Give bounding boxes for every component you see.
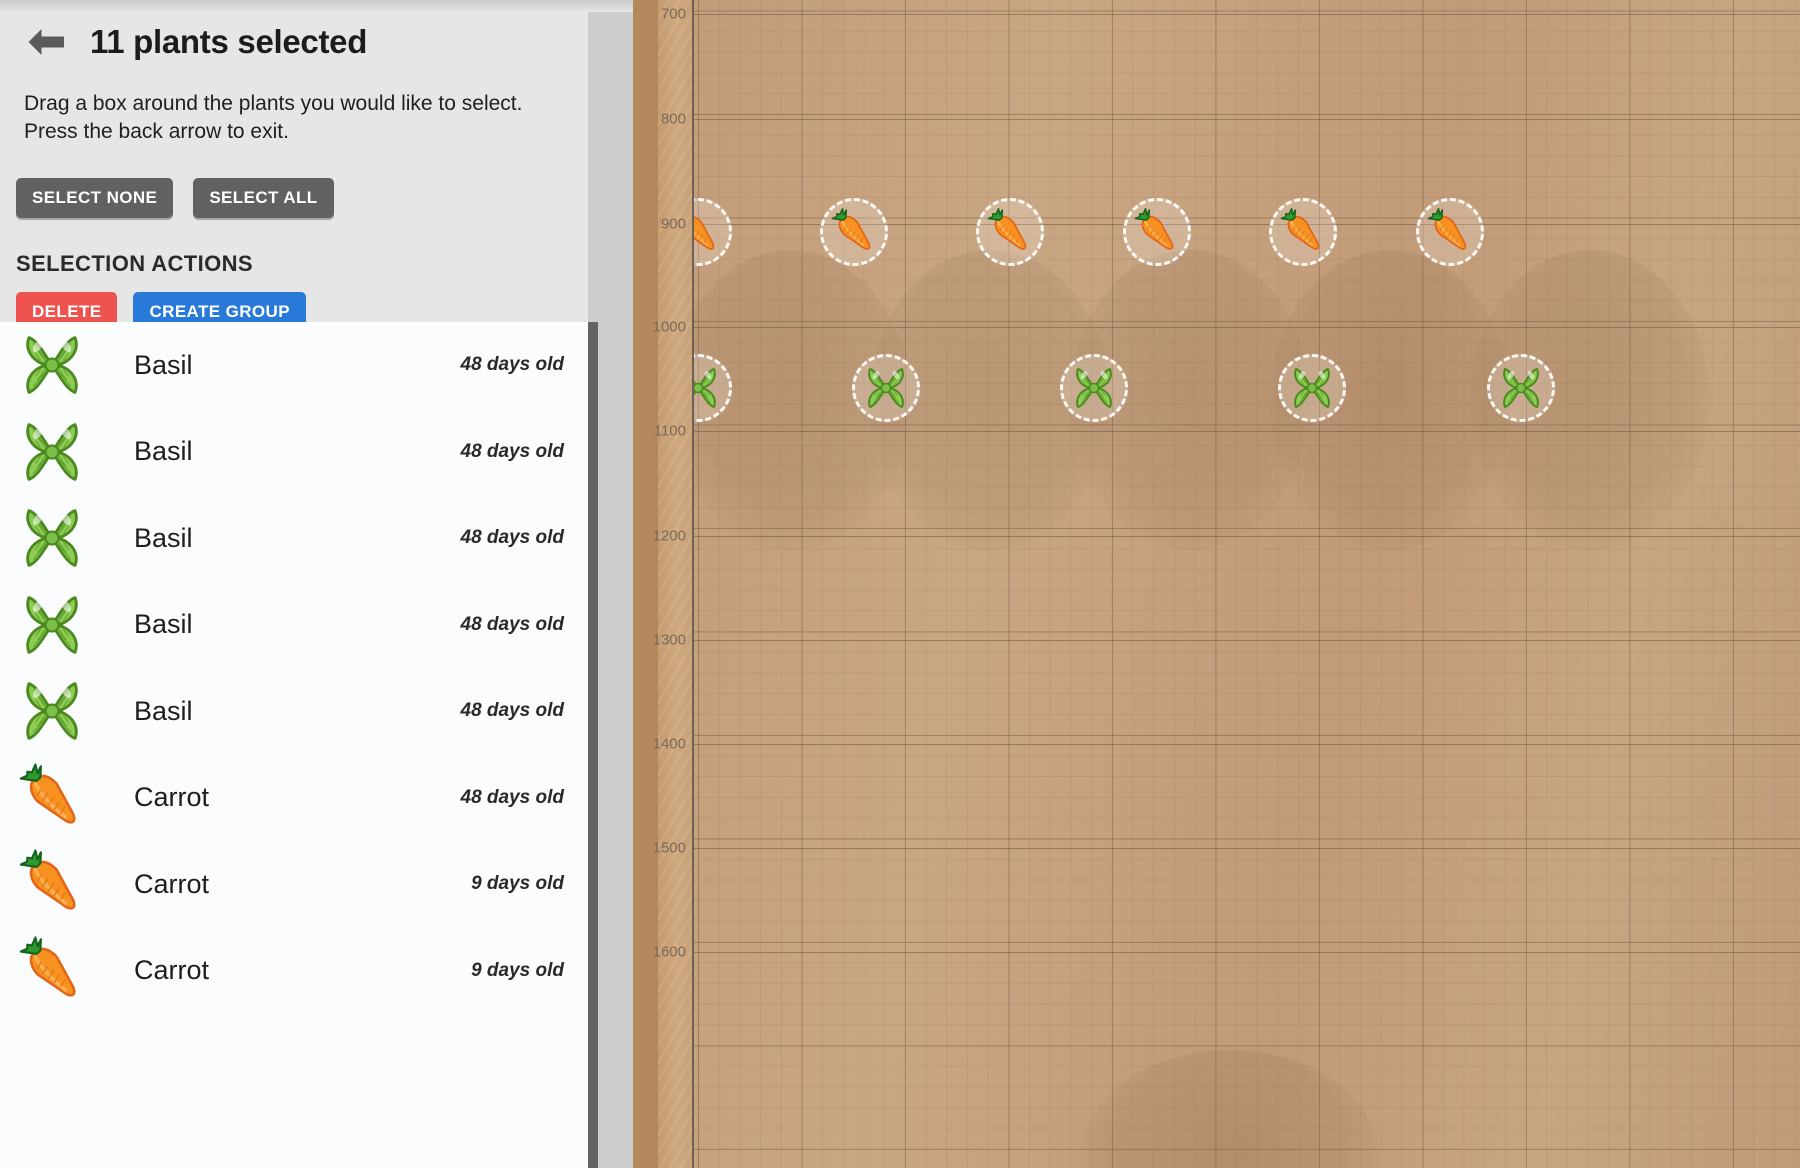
carrot-icon xyxy=(985,207,1035,257)
ruler-tick-label: 1100 xyxy=(653,422,686,440)
plant-list-item[interactable]: Carrot 48 days old xyxy=(0,755,588,842)
carrot-icon xyxy=(1278,207,1328,257)
plant-list-item[interactable]: Basil 48 days old xyxy=(0,495,588,582)
basil-icon xyxy=(1496,363,1546,413)
plant-list-item[interactable]: Basil 48 days old xyxy=(0,668,588,755)
major-gridline xyxy=(694,952,1800,953)
plant-list-item[interactable]: Carrot 9 days old xyxy=(0,928,588,1015)
plant-age: 48 days old xyxy=(460,613,565,635)
plant-name: Carrot xyxy=(134,955,210,986)
garden-plant-marker[interactable] xyxy=(1123,198,1191,266)
ruler-tick-label: 1400 xyxy=(652,735,686,753)
carrot-icon xyxy=(1132,207,1182,257)
sidebar-scrollbar[interactable] xyxy=(588,322,598,1168)
basil-icon xyxy=(694,363,723,413)
major-gridline xyxy=(694,848,1800,849)
garden-grid xyxy=(694,0,1800,1168)
plant-name: Basil xyxy=(134,695,193,726)
plant-list-item[interactable]: Basil 48 days old xyxy=(0,582,588,669)
basil-icon xyxy=(1069,363,1119,413)
major-gridline xyxy=(694,119,1800,120)
plant-age: 9 days old xyxy=(471,959,564,981)
plant-list-item[interactable]: Basil 48 days old xyxy=(0,322,588,409)
carrot-icon xyxy=(16,762,88,834)
app-root: 700 800 900 1000 1100 1200 1300 1400 1500 1600 11… xyxy=(0,0,1800,1168)
ruler-tick-label: 1000 xyxy=(652,318,686,336)
plant-name: Basil xyxy=(134,436,193,467)
garden-plant-marker[interactable] xyxy=(976,198,1044,266)
garden-plant-marker[interactable] xyxy=(820,198,888,266)
plant-name: Basil xyxy=(134,609,193,640)
basil-icon xyxy=(861,363,911,413)
ruler-tick-label: 1500 xyxy=(652,839,686,857)
select-none-button[interactable]: SELECT NONE xyxy=(16,178,174,219)
plant-age: 48 days old xyxy=(460,700,565,722)
plant-age: 48 days old xyxy=(460,354,565,376)
ruler-scale: 700 800 900 1000 1100 1200 1300 1400 1500 1600 xyxy=(653,0,694,1168)
garden-plant-marker[interactable] xyxy=(1269,198,1337,266)
garden-plant-marker[interactable] xyxy=(1278,354,1346,422)
carrot-icon xyxy=(16,935,88,1007)
garden-plant-marker[interactable] xyxy=(852,354,920,422)
ruler-tick-label: 1200 xyxy=(652,527,686,545)
major-gridline xyxy=(694,536,1800,537)
page-title: 11 plants selected xyxy=(90,22,368,60)
plant-name: Carrot xyxy=(134,868,210,899)
ruler-tick-label: 800 xyxy=(660,110,686,128)
basil-icon xyxy=(1287,363,1337,413)
selected-plants-list[interactable]: Basil 48 days old Basil 48 days old Basi… xyxy=(0,322,588,1168)
basil-icon xyxy=(16,502,88,574)
carrot-icon xyxy=(829,207,879,257)
garden-canvas[interactable] xyxy=(694,0,1800,1168)
basil-icon xyxy=(16,329,88,401)
plant-name: Basil xyxy=(134,522,193,553)
plant-age: 48 days old xyxy=(460,786,565,808)
carrot-icon xyxy=(1425,207,1475,257)
basil-icon xyxy=(16,675,88,747)
select-all-button[interactable]: SELECT ALL xyxy=(193,178,334,219)
plant-name: Basil xyxy=(134,349,193,380)
vertical-ruler: 700 800 900 1000 1100 1200 1300 1400 1500 1600 xyxy=(633,0,694,1168)
sidebar-header-top: 11 plants selected xyxy=(0,0,588,68)
instructions-text: Drag a box around the plants you would l… xyxy=(24,92,523,143)
ruler-tick-label: 1300 xyxy=(652,631,686,649)
sidebar-header: 11 plants selected Drag a box around the… xyxy=(0,0,588,356)
major-gridline xyxy=(694,327,1800,328)
major-gridline xyxy=(694,14,1800,15)
basil-icon xyxy=(16,589,88,661)
ruler-tick-label: 700 xyxy=(660,5,686,23)
garden-plant-marker[interactable] xyxy=(1416,198,1484,266)
garden-plant-marker[interactable] xyxy=(1060,354,1128,422)
plant-age: 9 days old xyxy=(471,873,564,895)
ruler-edge xyxy=(633,0,658,1168)
selection-buttons-row: SELECT NONE SELECT ALL xyxy=(0,145,588,219)
ruler-tick-label: 900 xyxy=(660,215,686,233)
major-gridline xyxy=(694,744,1800,745)
plant-age: 48 days old xyxy=(460,440,565,462)
plant-list-item[interactable]: Basil 48 days old xyxy=(0,409,588,496)
selection-sidebar: 11 plants selected Drag a box around the… xyxy=(0,0,588,1168)
selection-actions-heading: SELECTION ACTIONS xyxy=(16,251,253,277)
back-arrow-icon[interactable] xyxy=(24,20,68,64)
major-gridline xyxy=(694,431,1800,432)
basil-icon xyxy=(16,416,88,488)
plant-name: Carrot xyxy=(134,782,210,813)
major-gridline xyxy=(694,640,1800,641)
plant-list-item[interactable]: Carrot 9 days old xyxy=(0,841,588,928)
plant-age: 48 days old xyxy=(460,527,565,549)
carrot-icon xyxy=(694,207,723,257)
garden-plant-marker[interactable] xyxy=(1487,354,1555,422)
ruler-tick-label: 1600 xyxy=(652,943,686,961)
carrot-icon xyxy=(16,848,88,920)
